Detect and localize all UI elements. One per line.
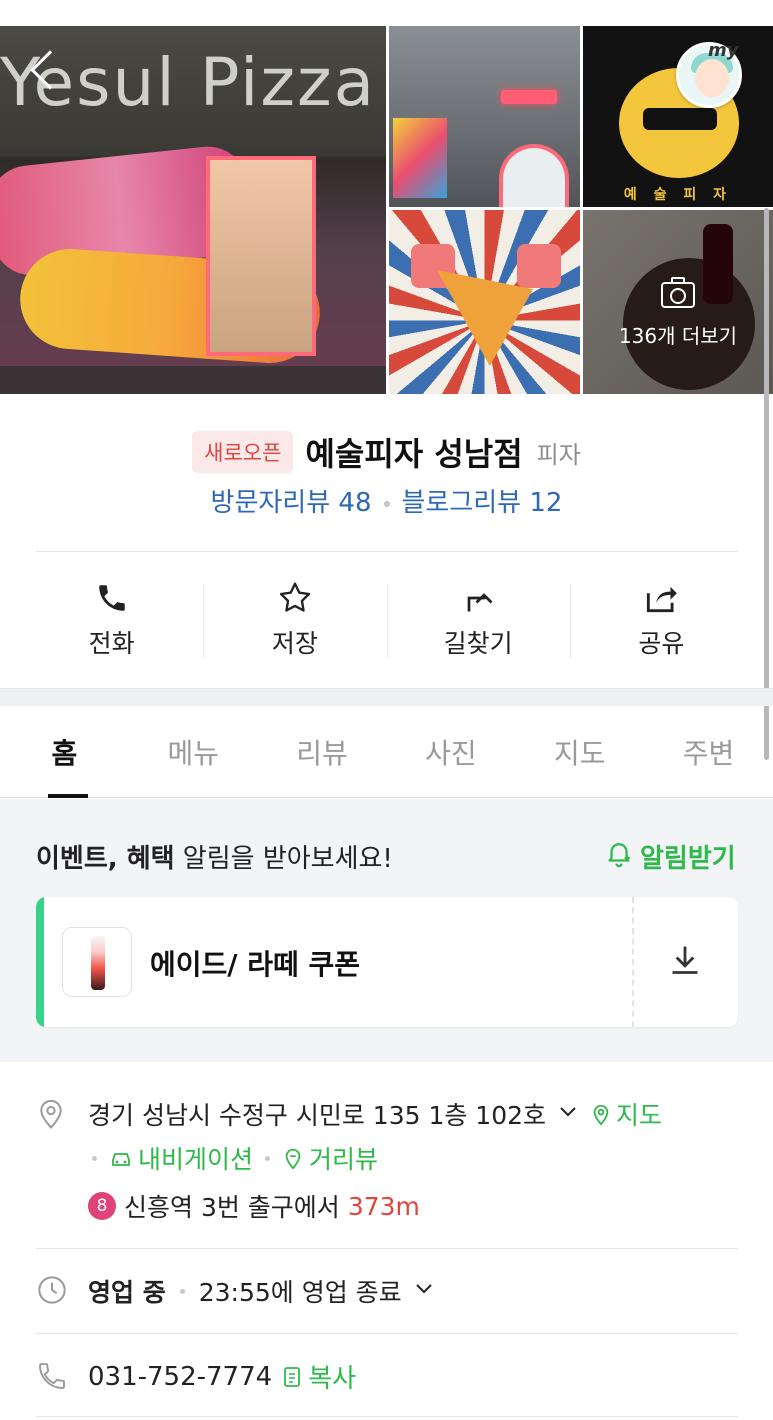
tab-menu[interactable]: 메뉴 [129, 706, 258, 797]
clock-icon [36, 1274, 68, 1310]
photo-gallery[interactable]: Yesul Pizza 예 술 피 자 136개 더보기 [0, 26, 773, 394]
phone-icon [20, 578, 203, 618]
tab-home[interactable]: 홈 [0, 706, 129, 798]
address-links: 내비게이션 거리뷰 [88, 1140, 378, 1176]
share-button[interactable]: 공유 [569, 578, 753, 662]
open-status: 영업 중 [88, 1278, 166, 1307]
photo-logo[interactable]: 예 술 피 자 [583, 26, 773, 207]
archway [499, 144, 569, 207]
notice-rest: 알림을 받아보세요! [174, 844, 393, 874]
subscribe-alarm-button[interactable]: 알림받기 [604, 838, 736, 875]
coupon-card[interactable]: 에이드/ 라떼 쿠폰 [36, 897, 738, 1027]
wall [0, 366, 386, 394]
download-icon [665, 940, 705, 984]
phone-row[interactable]: 031-752-7774 복사 [88, 1358, 356, 1395]
separator-dot [92, 1155, 97, 1161]
chevron-down-icon [556, 1099, 580, 1129]
subway-distance: 373m [347, 1191, 420, 1221]
photo-more[interactable]: 136개 더보기 [583, 210, 773, 394]
separator-dot [265, 1155, 271, 1161]
tab-bar: 홈 메뉴 리뷰 사진 지도 주변 [0, 706, 773, 798]
map-link-label: 지도 [616, 1101, 663, 1130]
divider [36, 1248, 738, 1249]
divider [36, 551, 738, 552]
doorway [206, 156, 316, 356]
notice-bold: 이벤트, 혜택 [36, 844, 175, 874]
phone-outline-icon [36, 1360, 68, 1396]
bell-icon [604, 838, 634, 875]
subway-text: 신흥역 3번 출구에서 [124, 1193, 340, 1222]
status-bar-area [0, 0, 773, 26]
navigation-label: 내비게이션 [138, 1145, 254, 1174]
tab-nearby[interactable]: 주변 [644, 706, 773, 797]
review-links: 방문자리뷰 48 블로그리뷰 12 [0, 482, 773, 519]
location-pin-icon [36, 1096, 66, 1134]
copy-button[interactable]: 복사 [282, 1358, 356, 1395]
photo-interior[interactable] [389, 26, 580, 207]
save-button[interactable]: 저장 [203, 578, 386, 662]
photo-poster[interactable] [389, 210, 580, 394]
copy-icon [284, 1366, 301, 1387]
subscribe-alarm-label: 알림받기 [640, 844, 736, 874]
logo-caption: 예 술 피 자 [623, 187, 733, 203]
car-icon [112, 1153, 130, 1166]
new-open-badge: 새로오픈 [192, 431, 294, 473]
tab-photos[interactable]: 사진 [386, 706, 515, 797]
neon-sign [501, 90, 557, 104]
navigation-link[interactable]: 내비게이션 [109, 1140, 253, 1176]
coupon-accent-bar [36, 897, 44, 1027]
coupon-download-button[interactable] [632, 897, 738, 1027]
place-category: 피자 [536, 440, 581, 469]
blog-reviews-link[interactable]: 블로그리뷰 12 [402, 488, 563, 518]
coupon-name: 에이드/ 라떼 쿠폰 [150, 948, 361, 981]
place-name: 예술피자 성남점 [305, 435, 523, 473]
copy-label: 복사 [308, 1364, 357, 1394]
streetview-label: 거리뷰 [309, 1145, 379, 1174]
subway-line-badge: 8 [88, 1192, 116, 1220]
address-row[interactable]: 경기 성남시 수정구 시민로 135 1층 102호 지도 [88, 1096, 662, 1132]
call-button[interactable]: 전화 [20, 578, 203, 662]
visitor-reviews-link[interactable]: 방문자리뷰 48 [211, 488, 372, 518]
share-icon [570, 578, 753, 618]
map-link[interactable]: 지도 [590, 1096, 662, 1132]
star-icon [203, 578, 386, 618]
more-photos-label: 136개 더보기 [618, 324, 738, 348]
separator-dot [383, 500, 390, 507]
tab-reviews[interactable]: 리뷰 [258, 706, 387, 797]
closing-time: 23:55에 영업 종료 [198, 1278, 402, 1307]
call-label: 전화 [88, 629, 135, 658]
directions-button[interactable]: 길찾기 [386, 578, 570, 662]
poster-block [517, 244, 561, 288]
camera-icon [643, 272, 713, 312]
my-badge: my [708, 40, 739, 61]
map-pin-icon [593, 1104, 609, 1126]
coupon-thumbnail [62, 927, 132, 997]
address-text: 경기 성남시 수정구 시민로 135 1층 102호 [88, 1101, 547, 1130]
separator-dot [179, 1288, 185, 1294]
place-title-row: 새로오픈 예술피자 성남점 피자 [0, 428, 773, 476]
directions-label: 길찾기 [443, 629, 513, 658]
directions-icon [387, 578, 570, 618]
sunglasses [643, 108, 717, 130]
save-label: 저장 [271, 629, 318, 658]
poster [393, 118, 447, 198]
section-gap [0, 688, 773, 706]
divider [36, 1416, 738, 1417]
action-bar: 전화 저장 길찾기 공유 [20, 578, 753, 662]
hours-row[interactable]: 영업 중 23:55에 영업 종료 [88, 1273, 436, 1309]
divider [36, 1333, 738, 1334]
subway-row: 8 신흥역 3번 출구에서 373m [88, 1188, 420, 1224]
streetview-pin-icon [285, 1148, 301, 1170]
streetview-link[interactable]: 거리뷰 [282, 1140, 378, 1176]
chevron-down-icon [412, 1276, 436, 1306]
phone-number[interactable]: 031-752-7774 [88, 1362, 272, 1392]
avatar-face [695, 59, 729, 97]
share-label: 공유 [638, 629, 685, 658]
tab-map[interactable]: 지도 [515, 706, 644, 797]
drink-image [91, 936, 105, 990]
notice-text: 이벤트, 혜택 알림을 받아보세요! [36, 838, 393, 875]
